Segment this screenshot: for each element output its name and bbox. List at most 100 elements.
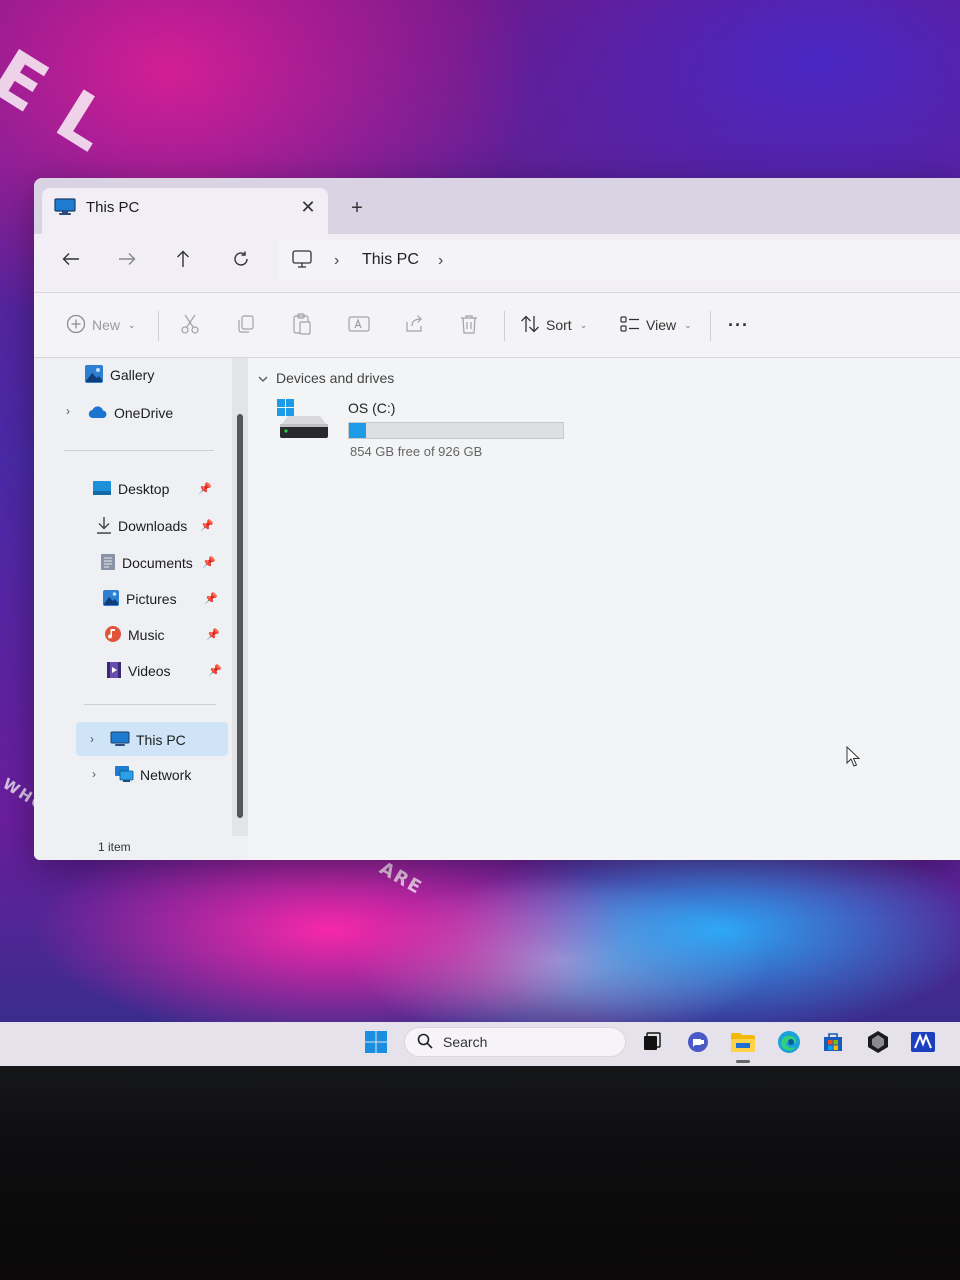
more-options-button[interactable]: ··· (728, 311, 749, 339)
taskbar-search[interactable]: Search (404, 1027, 626, 1057)
computer-icon (292, 250, 312, 273)
sidebar-item-music[interactable]: Music (104, 620, 165, 650)
forward-button[interactable] (110, 244, 144, 278)
group-header-label: Devices and drives (276, 370, 395, 386)
up-button[interactable] (166, 244, 200, 278)
sidebar-item-network[interactable]: Network (114, 760, 191, 790)
sidebar-label: Network (140, 767, 192, 783)
breadcrumb-chevron-icon[interactable]: › (438, 252, 443, 270)
drive-icon (276, 398, 330, 449)
file-explorer-taskbar-button[interactable] (727, 1028, 759, 1060)
sidebar-label: Desktop (118, 481, 170, 497)
cut-button[interactable] (180, 311, 200, 339)
back-button[interactable] (54, 244, 88, 278)
copy-icon (236, 314, 256, 337)
monitor-icon (110, 731, 130, 750)
paste-button[interactable] (292, 311, 312, 339)
tab-this-pc[interactable]: This PC ✕ (42, 188, 328, 234)
sidebar-item-gallery[interactable]: Gallery (84, 360, 154, 390)
app-logo-icon (910, 1031, 936, 1058)
windows-icon (364, 1030, 388, 1059)
close-icon[interactable]: ✕ (296, 196, 320, 220)
pin-icon[interactable]: 📌 (198, 482, 212, 495)
more-icon: ··· (728, 314, 749, 335)
chevron-down-icon: ⌄ (579, 319, 588, 330)
scissors-icon (180, 313, 200, 338)
content-pane: Devices and drives OS (C:) 854 GB free o… (248, 358, 960, 860)
group-header-devices[interactable]: Devices and drives (258, 370, 394, 386)
refresh-button[interactable] (224, 244, 258, 278)
drive-os-c[interactable]: OS (C:) 854 GB free of 926 GB (276, 398, 566, 464)
pictures-icon (102, 589, 120, 610)
chevron-right-icon[interactable]: › (66, 404, 70, 418)
breadcrumb-chevron-icon[interactable]: › (334, 252, 339, 270)
share-icon (404, 314, 424, 337)
breadcrumb-this-pc[interactable]: This PC (362, 251, 419, 269)
downloads-icon (96, 516, 112, 537)
chevron-down-icon (258, 370, 268, 386)
trash-icon (460, 314, 478, 337)
sidebar-label: Downloads (118, 518, 188, 534)
copy-button[interactable] (236, 311, 256, 339)
store-icon (821, 1030, 845, 1059)
chat-app-button[interactable] (682, 1028, 714, 1060)
sort-button[interactable]: Sort ⌄ (520, 311, 587, 339)
view-button[interactable]: View ⌄ (620, 311, 692, 339)
drive-usage-bar (348, 422, 564, 439)
wallpaper-graphic: E L (0, 33, 126, 169)
pin-icon[interactable]: 📌 (204, 592, 218, 605)
sidebar-item-videos[interactable]: Videos (106, 656, 171, 686)
view-list-icon (620, 315, 640, 336)
edge-browser-button[interactable] (773, 1028, 805, 1060)
folder-icon (730, 1031, 756, 1058)
monitor-icon (54, 198, 76, 221)
network-icon (114, 765, 134, 786)
address-bar[interactable]: › This PC › (278, 240, 960, 280)
sidebar-item-documents[interactable]: Documents (100, 548, 193, 578)
cloud-icon (88, 405, 108, 422)
app-hexagon-icon (866, 1030, 890, 1059)
chevron-down-icon: ⌄ (684, 319, 692, 330)
sidebar-item-desktop[interactable]: Desktop (92, 474, 169, 504)
drive-usage-fill (349, 423, 366, 438)
delete-button[interactable] (460, 311, 478, 339)
new-label: New (92, 317, 121, 333)
mouse-cursor-icon (846, 745, 862, 773)
videos-icon (106, 661, 122, 682)
new-button[interactable]: New ⌄ (66, 311, 136, 339)
armoury-app-button[interactable] (862, 1028, 894, 1060)
sidebar-item-this-pc[interactable]: This PC (110, 725, 186, 755)
share-button[interactable] (404, 311, 424, 339)
store-button[interactable] (817, 1028, 849, 1060)
pin-icon[interactable]: 📌 (206, 628, 220, 641)
pin-icon[interactable]: 📌 (200, 519, 214, 532)
pin-icon[interactable]: 📌 (208, 664, 222, 677)
toolbar-divider (504, 311, 505, 341)
pin-icon[interactable]: 📌 (202, 556, 216, 569)
new-tab-button[interactable]: + (346, 198, 368, 220)
command-bar: New ⌄ Sort ⌄ View ⌄ ··· (34, 292, 960, 358)
refresh-icon (232, 250, 250, 273)
scrollbar-thumb[interactable] (237, 414, 243, 818)
view-label: View (646, 317, 677, 333)
sidebar-divider (64, 450, 214, 451)
title-bar: This PC ✕ + (34, 178, 960, 234)
wallpaper-graphic: ARE (375, 857, 427, 900)
sidebar-item-downloads[interactable]: Downloads (96, 511, 187, 541)
myasus-app-button[interactable] (907, 1028, 939, 1060)
toolbar-divider (158, 311, 159, 341)
sidebar-label: OneDrive (114, 405, 174, 421)
start-button[interactable] (360, 1028, 392, 1060)
arrow-left-icon (62, 252, 80, 271)
sidebar-item-onedrive[interactable]: OneDrive (88, 398, 173, 428)
sidebar-item-pictures[interactable]: Pictures (102, 584, 177, 614)
music-icon (104, 625, 122, 646)
search-placeholder: Search (443, 1034, 488, 1050)
chevron-right-icon[interactable]: › (90, 732, 94, 746)
sidebar-label: Pictures (126, 591, 177, 607)
task-view-button[interactable] (636, 1028, 668, 1060)
chevron-right-icon[interactable]: › (92, 767, 96, 781)
rename-button[interactable] (348, 311, 370, 339)
search-icon (417, 1033, 433, 1052)
navigation-bar: › This PC › (34, 234, 960, 292)
